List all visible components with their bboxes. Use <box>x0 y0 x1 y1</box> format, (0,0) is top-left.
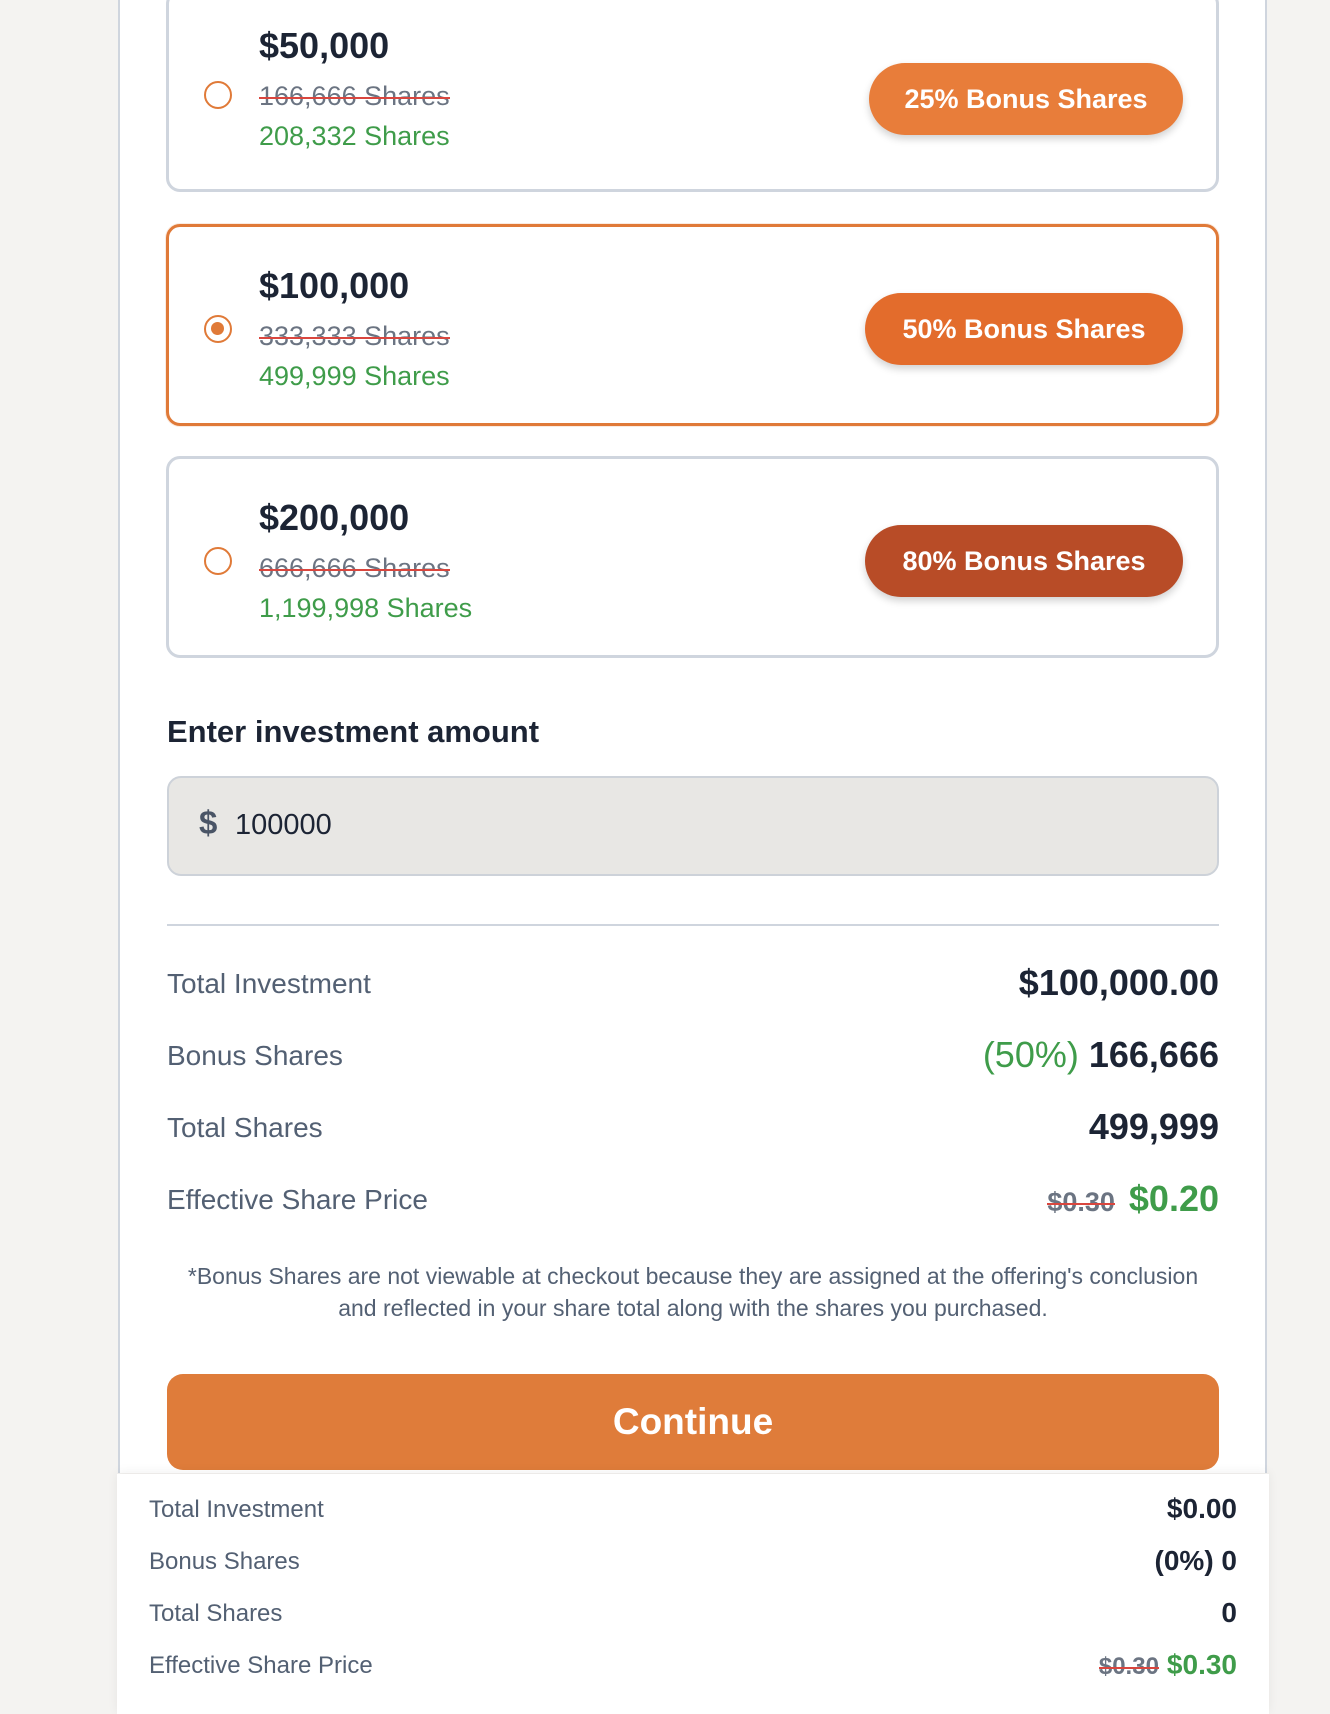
tier-amount: $200,000 <box>259 497 410 538</box>
divider <box>167 924 1219 926</box>
bonus-shares-count: 166,666 <box>1088 1034 1219 1075</box>
tier-option-100000[interactable]: $100,000 333,333 Shares 499,999 Shares 5… <box>166 224 1219 426</box>
tier-radio[interactable] <box>204 81 232 109</box>
sticky-total-investment-label: Total Investment <box>149 1496 324 1523</box>
tier-radio-selected[interactable] <box>204 315 232 343</box>
tier-original-shares: 666,666 Shares <box>259 553 450 583</box>
sticky-bonus-shares-label: Bonus Shares <box>149 1548 300 1575</box>
tier-radio[interactable] <box>204 547 232 575</box>
sticky-bonus-shares-value: (0%) 0 <box>1154 1545 1237 1576</box>
bonus-badge: 50% Bonus Shares <box>865 293 1183 365</box>
sticky-effective-price-label: Effective Share Price <box>149 1652 373 1679</box>
total-investment-label: Total Investment <box>167 968 371 999</box>
investment-amount-label: Enter investment amount <box>167 714 540 749</box>
tier-bonus-total-shares: 208,332 Shares <box>259 121 450 151</box>
tier-amount: $50,000 <box>259 25 390 66</box>
investment-amount-field[interactable]: $ <box>167 776 1219 876</box>
sticky-total-shares-label: Total Shares <box>149 1600 283 1627</box>
tier-bonus-total-shares: 499,999 Shares <box>259 361 450 391</box>
effective-price-label: Effective Share Price <box>167 1184 428 1215</box>
tier-option-200000[interactable]: $200,000 666,666 Shares 1,199,998 Shares… <box>166 456 1219 658</box>
sticky-effective-price-original: $0.30 <box>1098 1653 1159 1680</box>
sticky-effective-price-value: $0.30 $0.30 <box>1099 1649 1237 1681</box>
continue-button[interactable]: Continue <box>167 1374 1219 1470</box>
radio-dot <box>211 322 224 335</box>
bonus-shares-label: Bonus Shares <box>167 1040 343 1071</box>
sticky-total-shares-value: 0 <box>1221 1597 1237 1628</box>
tier-original-shares: 333,333 Shares <box>259 321 450 351</box>
bonus-shares-note: *Bonus Shares are not viewable at checko… <box>187 1263 1199 1321</box>
tier-option-50000[interactable]: $50,000 166,666 Shares 208,332 Shares 25… <box>166 0 1219 192</box>
tier-amount: $100,000 <box>259 265 410 306</box>
sticky-summary: Total Investment $0.00 Bonus Shares (0%)… <box>117 1474 1269 1714</box>
total-investment-value: $100,000.00 <box>1018 962 1219 1003</box>
effective-price-discounted: $0.20 <box>1128 1178 1219 1219</box>
effective-price-original: $0.30 <box>1047 1187 1115 1217</box>
sticky-effective-price-current: $0.30 <box>1166 1649 1237 1680</box>
sticky-total-investment-value: $0.00 <box>1166 1493 1237 1524</box>
tier-original-shares: 166,666 Shares <box>259 81 450 111</box>
tier-bonus-total-shares: 1,199,998 Shares <box>259 593 473 623</box>
bonus-badge: 80% Bonus Shares <box>865 525 1183 597</box>
investment-amount-input[interactable] <box>233 802 1137 848</box>
effective-price-value: $0.30 $0.20 <box>1047 1178 1219 1220</box>
currency-symbol: $ <box>199 804 218 841</box>
bonus-shares-value: (50%) 166,666 <box>983 1034 1219 1076</box>
bonus-badge: 25% Bonus Shares <box>869 63 1183 135</box>
bonus-shares-percent: (50%) <box>982 1034 1079 1075</box>
total-shares-value: 499,999 <box>1088 1106 1219 1147</box>
total-shares-label: Total Shares <box>167 1112 323 1143</box>
